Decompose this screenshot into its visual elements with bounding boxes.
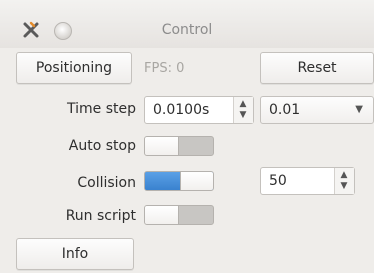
time-step-combo-value: 0.01 [269, 102, 301, 118]
spin-down-icon[interactable]: ▼ [335, 182, 353, 191]
spin-up-icon[interactable]: ▲ [234, 100, 252, 109]
toggle-knob [180, 172, 213, 190]
info-button[interactable]: Info [16, 238, 134, 270]
spin-arrows[interactable]: ▲ ▼ [334, 168, 354, 194]
collision-toggle[interactable] [144, 171, 214, 191]
toggle-knob [145, 137, 179, 155]
title-bar[interactable]: Control [0, 0, 374, 48]
reset-button[interactable]: Reset [260, 52, 374, 84]
dropdown-arrow-icon: ▼ [355, 104, 363, 115]
run-script-label: Run script [65, 208, 136, 224]
time-step-label: Time step [67, 101, 136, 117]
fps-label: FPS: 0 [144, 61, 185, 76]
collision-value: 50 [269, 173, 287, 189]
time-step-value: 0.0100s [153, 102, 210, 118]
toggle-knob [145, 206, 179, 224]
collision-label: Collision [77, 175, 136, 191]
time-step-spinbox[interactable]: 0.0100s ▲ ▼ [144, 96, 254, 124]
collision-spinbox[interactable]: 50 ▲ ▼ [260, 167, 355, 195]
auto-stop-label: Auto stop [68, 138, 136, 154]
positioning-button[interactable]: Positioning [16, 52, 132, 84]
toggle-fill [145, 172, 181, 190]
run-script-toggle[interactable] [144, 205, 214, 225]
window-title: Control [161, 22, 213, 38]
time-step-combo[interactable]: 0.01 ▼ [260, 96, 374, 124]
spin-down-icon[interactable]: ▼ [234, 111, 252, 120]
spin-up-icon[interactable]: ▲ [335, 171, 353, 180]
control-window: Control Positioning FPS: 0 Reset Time st… [0, 0, 374, 273]
spin-arrows[interactable]: ▲ ▼ [233, 97, 253, 123]
auto-stop-toggle[interactable] [144, 136, 214, 156]
